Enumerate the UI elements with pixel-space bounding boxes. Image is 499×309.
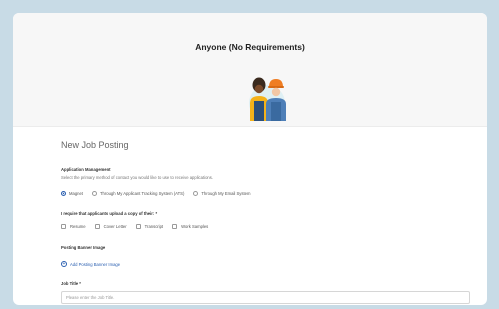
- radio-label: Through My Applicant Tracking System (AT…: [99, 191, 185, 196]
- plus-circle-icon: +: [61, 260, 67, 267]
- checkbox-work-samples[interactable]: Work Samples: [172, 224, 208, 229]
- radio-label: Magnet: [69, 191, 83, 196]
- job-title-input[interactable]: Please enter the Job Title.: [61, 291, 470, 304]
- checkbox-cover-letter[interactable]: Cover Letter: [94, 224, 127, 229]
- checkbox-label: Cover Letter: [103, 224, 127, 229]
- application-management-label: Application Management: [61, 167, 111, 172]
- application-method-radio-group: Magnet Through My Applicant Tracking Sys…: [61, 191, 259, 196]
- banner-image-label: Posting Banner Image: [61, 245, 106, 250]
- checkbox[interactable]: [172, 224, 178, 229]
- requirements-heading: Anyone (No Requirements): [195, 42, 305, 52]
- job-title-placeholder: Please enter the Job Title.: [66, 295, 115, 300]
- checkbox-label: Transcript: [144, 224, 164, 229]
- two-workers-illustration-icon: [249, 77, 286, 121]
- checkbox-resume[interactable]: Resume: [61, 224, 86, 229]
- radio-button[interactable]: [193, 191, 199, 196]
- checkbox-label: Resume: [70, 224, 86, 229]
- form-title: New Job Posting: [61, 140, 129, 150]
- job-posting-card: Anyone (No Requirements) New Job Posting…: [13, 13, 487, 305]
- add-banner-image-button[interactable]: + Add Posting Banner Image: [61, 261, 120, 267]
- checkbox[interactable]: [61, 224, 66, 229]
- radio-label: Through My Email System: [201, 191, 251, 196]
- radio-magnet[interactable]: Magnet: [61, 191, 83, 196]
- uploads-label: I require that applicants upload a copy …: [61, 211, 158, 216]
- add-banner-image-label: Add Posting Banner Image: [70, 261, 121, 267]
- job-title-label: Job Title *: [61, 281, 81, 286]
- radio-button-selected[interactable]: [61, 191, 66, 196]
- checkbox[interactable]: [94, 224, 100, 229]
- radio-button[interactable]: [91, 191, 97, 196]
- radio-ats[interactable]: Through My Applicant Tracking System (AT…: [91, 191, 185, 196]
- application-management-help: Select the primary method of contact you…: [61, 175, 213, 180]
- checkbox[interactable]: [135, 224, 141, 229]
- uploads-checkbox-group: Resume Cover Letter Transcript Work Samp…: [61, 224, 217, 229]
- checkbox-transcript[interactable]: Transcript: [135, 224, 164, 229]
- radio-email[interactable]: Through My Email System: [193, 191, 250, 196]
- checkbox-label: Work Samples: [181, 224, 209, 229]
